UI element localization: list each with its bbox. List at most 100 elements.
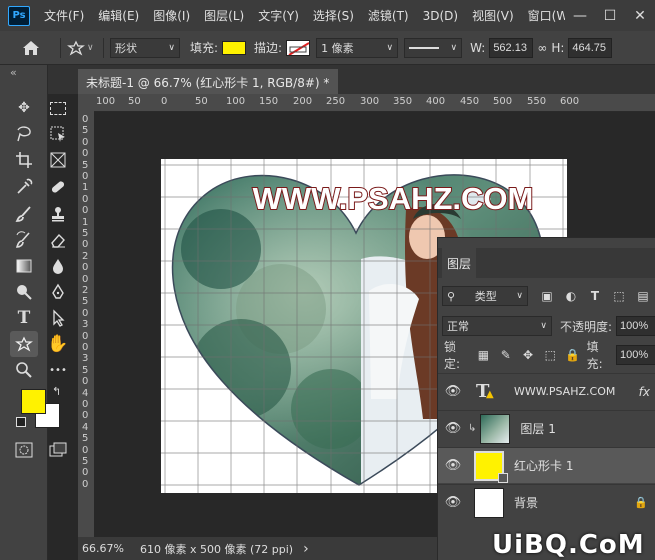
layer-row-shape-selected[interactable]: 👁 红心形卡 1 xyxy=(438,447,655,483)
minimize-button[interactable]: — xyxy=(565,8,595,24)
maximize-button[interactable]: ☐ xyxy=(595,8,625,24)
more-tools-icon[interactable]: ••• xyxy=(47,359,69,381)
marquee-tool-icon[interactable] xyxy=(47,97,69,119)
visibility-eye-icon[interactable]: 👁 xyxy=(444,495,462,510)
lasso-tool-icon[interactable] xyxy=(13,123,35,145)
gradient-tool-icon[interactable] xyxy=(13,255,35,277)
menu-image[interactable]: 图像(I) xyxy=(153,7,190,24)
history-brush-tool-icon[interactable] xyxy=(13,229,35,251)
fill-color-swatch[interactable] xyxy=(222,40,247,55)
custom-shape-tool-icon[interactable]: ∨ xyxy=(67,40,97,56)
stroke-width-select[interactable]: 1 像素 ∨ xyxy=(316,37,399,58)
ruler-corner xyxy=(78,94,94,112)
fx-icon[interactable]: fx xyxy=(639,385,650,399)
healing-brush-tool-icon[interactable] xyxy=(47,176,69,198)
stroke-type-select[interactable]: ∨ xyxy=(404,37,463,58)
ruler-h-label: 250 xyxy=(326,96,346,107)
document-tab[interactable]: 未标题-1 @ 66.7% (红心形卡 1, RGB/8#) * xyxy=(78,69,338,94)
opacity-input[interactable] xyxy=(616,316,655,336)
custom-shape-tool-active-icon[interactable] xyxy=(10,331,38,357)
ruler-v-label: 0 xyxy=(82,376,89,388)
crop-tool-icon[interactable] xyxy=(13,149,35,171)
hand-tool-icon[interactable]: ✋ xyxy=(47,333,69,355)
dodge-tool-icon[interactable] xyxy=(13,281,35,303)
ruler-v-label: 0 xyxy=(82,410,89,422)
eyedropper-tool-icon[interactable] xyxy=(13,176,35,198)
visibility-eye-icon[interactable]: 👁 xyxy=(444,421,462,436)
layer-row-background[interactable]: 👁 背景 🔒 xyxy=(438,484,655,520)
menu-file[interactable]: 文件(F) xyxy=(44,7,84,24)
ruler-v-label: 0 xyxy=(82,239,89,251)
eraser-tool-icon[interactable] xyxy=(47,229,69,251)
stroke-color-swatch[interactable] xyxy=(286,39,311,56)
pen-tool-icon[interactable] xyxy=(47,281,69,303)
chevron-down-icon: ∨ xyxy=(168,42,175,53)
menu-type[interactable]: 文字(Y) xyxy=(258,7,299,24)
ruler-v-label: 5 xyxy=(82,364,89,376)
frame-tool-icon[interactable] xyxy=(47,149,69,171)
filter-smart-object-icon[interactable]: ▤ xyxy=(634,287,652,305)
layer-name[interactable]: 背景 xyxy=(514,494,538,511)
home-icon[interactable] xyxy=(20,40,42,56)
lock-position-icon[interactable]: ✥ xyxy=(520,346,536,364)
fill-input[interactable] xyxy=(616,345,655,365)
width-input[interactable] xyxy=(489,37,534,58)
blur-tool-icon[interactable] xyxy=(47,255,69,277)
chevron-down-icon: ∨ xyxy=(540,321,547,331)
path-selection-tool-icon[interactable] xyxy=(47,307,69,329)
layers-tab[interactable]: 图层 xyxy=(442,248,476,278)
status-arrow-icon[interactable]: › xyxy=(303,541,309,557)
menu-select[interactable]: 选择(S) xyxy=(313,7,354,24)
filter-shape-icon[interactable]: ⬚ xyxy=(610,287,628,305)
default-colors-icon[interactable] xyxy=(16,417,26,427)
blend-mode-select[interactable]: 正常 ∨ xyxy=(442,316,552,336)
visibility-eye-icon[interactable]: 👁 xyxy=(444,384,462,399)
link-icon[interactable]: ∞ xyxy=(537,41,547,55)
menu-layer[interactable]: 图层(L) xyxy=(204,7,244,24)
filter-type-icon[interactable]: T xyxy=(586,287,604,305)
swap-colors-icon[interactable]: ↰ xyxy=(52,385,61,398)
clone-stamp-tool-icon[interactable] xyxy=(47,203,69,225)
filter-pixel-icon[interactable]: ▣ xyxy=(538,287,556,305)
screen-mode-icon[interactable] xyxy=(47,439,69,461)
object-select-tool-icon[interactable] xyxy=(47,123,69,145)
lock-label: 锁定: xyxy=(444,340,461,371)
ruler-v-label: 1 xyxy=(82,182,89,194)
zoom-tool-icon[interactable] xyxy=(13,359,35,381)
layer-name[interactable]: 红心形卡 1 xyxy=(514,457,573,474)
ruler-v-label: 0 xyxy=(82,114,89,125)
collapse-toolbar-icon[interactable]: « xyxy=(10,66,17,79)
layer-thumbnail xyxy=(480,413,511,444)
layer-filter-select[interactable]: ⚲ 类型 ∨ xyxy=(442,286,528,306)
visibility-eye-icon[interactable]: 👁 xyxy=(444,458,462,473)
type-tool-icon[interactable]: T xyxy=(13,307,35,329)
tool-mode-select[interactable]: 形状 ∨ xyxy=(110,37,180,58)
layer-row-text[interactable]: 👁 T ▲ WWW.PSAHZ.COM fx xyxy=(438,373,655,409)
menu-view[interactable]: 视图(V) xyxy=(472,7,514,24)
lock-icon: 🔒 xyxy=(634,496,648,509)
filter-adjustment-icon[interactable]: ◐ xyxy=(562,287,580,305)
menu-edit[interactable]: 编辑(E) xyxy=(98,7,139,24)
vertical-ruler[interactable]: 050050100150200250300350400450500 xyxy=(78,112,94,537)
menu-3d[interactable]: 3D(D) xyxy=(423,9,458,23)
ruler-v-label: 0 xyxy=(82,478,89,490)
horizontal-ruler[interactable]: 100 50 0 50 100 150 200 250 300 350 400 … xyxy=(94,94,655,112)
menu-filter[interactable]: 滤镜(T) xyxy=(368,7,409,24)
layer-row-image[interactable]: 👁 ↳ 图层 1 xyxy=(438,410,655,446)
lock-transparent-icon[interactable]: ▦ xyxy=(475,346,491,364)
foreground-color-swatch[interactable] xyxy=(21,389,46,414)
lock-artboard-icon[interactable]: ⬚ xyxy=(542,346,558,364)
layer-name[interactable]: 图层 1 xyxy=(520,420,555,437)
lock-image-icon[interactable]: ✎ xyxy=(498,346,514,364)
brush-tool-icon[interactable] xyxy=(13,203,35,225)
height-input[interactable] xyxy=(568,37,613,58)
quick-mask-icon[interactable] xyxy=(13,439,35,461)
layer-thumbnail xyxy=(474,450,508,483)
layer-name[interactable]: WWW.PSAHZ.COM xyxy=(514,385,615,398)
zoom-level[interactable]: 66.67% xyxy=(82,542,134,555)
ruler-h-label: 50 xyxy=(128,96,141,107)
ruler-v-label: 0 xyxy=(82,262,89,274)
move-tool-icon[interactable]: ✥ xyxy=(13,97,35,119)
lock-all-icon[interactable]: 🔒 xyxy=(564,346,580,364)
close-button[interactable]: ✕ xyxy=(625,8,655,24)
